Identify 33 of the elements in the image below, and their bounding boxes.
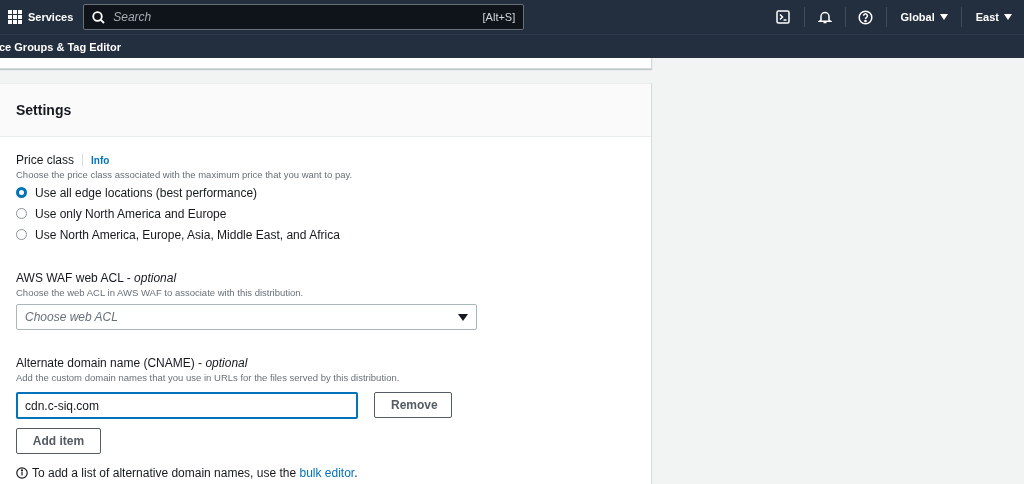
select-field[interactable]: Choose web ACL [16, 304, 477, 330]
info-link[interactable]: Info [91, 154, 110, 166]
shortcut-hint: [Alt+S] [482, 11, 516, 23]
field-description: Choose the price class associated with the maximum price that you want to pay. [16, 169, 354, 180]
option-label: Use only North America and Europe [35, 206, 227, 221]
field-label: AWS WAF web ACL - optional [16, 271, 177, 285]
region-menu[interactable]: Global [885, 7, 961, 27]
radio-button[interactable] [16, 208, 27, 219]
field-label: Alternate domain name (CNAME) - optional [16, 356, 248, 370]
breadcrumb-link[interactable]: ce Groups & Tag Editor [0, 40, 122, 53]
field-description: Choose the web ACL in AWS WAF to associate with this distribution. [16, 287, 305, 298]
field-description: Add the custom domain names that you use in URLs for the files served by this distribution. [16, 372, 401, 383]
option-label: Use North America, Europe, Asia, Middle East, and Africa [35, 227, 340, 242]
radio-button[interactable] [16, 187, 27, 198]
bulk-editor-link[interactable]: bulk editor [299, 466, 355, 480]
section-title: Settings [16, 102, 72, 118]
caret-icon [1004, 14, 1012, 20]
radio-button[interactable] [16, 229, 27, 240]
info-icon [16, 467, 28, 479]
hint-text: To add a list of alternative domain names, use the bulk editor. [32, 466, 358, 480]
remove-button[interactable]: Remove [374, 392, 452, 418]
caret-icon [939, 14, 948, 20]
option-label: Use all edge locations (best performance) [35, 185, 258, 200]
search-bar[interactable]: Search [Alt+S] [83, 4, 525, 30]
caret-icon [458, 313, 468, 321]
grid-icon [8, 10, 22, 24]
region-menu[interactable]: East [960, 7, 1024, 27]
add-item-button[interactable]: Add item [16, 428, 101, 454]
search-icon [92, 10, 106, 24]
domain-input[interactable]: cdn.c-siq.com [16, 392, 358, 419]
services-button[interactable]: Services [4, 10, 78, 24]
field-label: Price class [16, 153, 74, 167]
search-field[interactable]: Search [113, 7, 475, 27]
